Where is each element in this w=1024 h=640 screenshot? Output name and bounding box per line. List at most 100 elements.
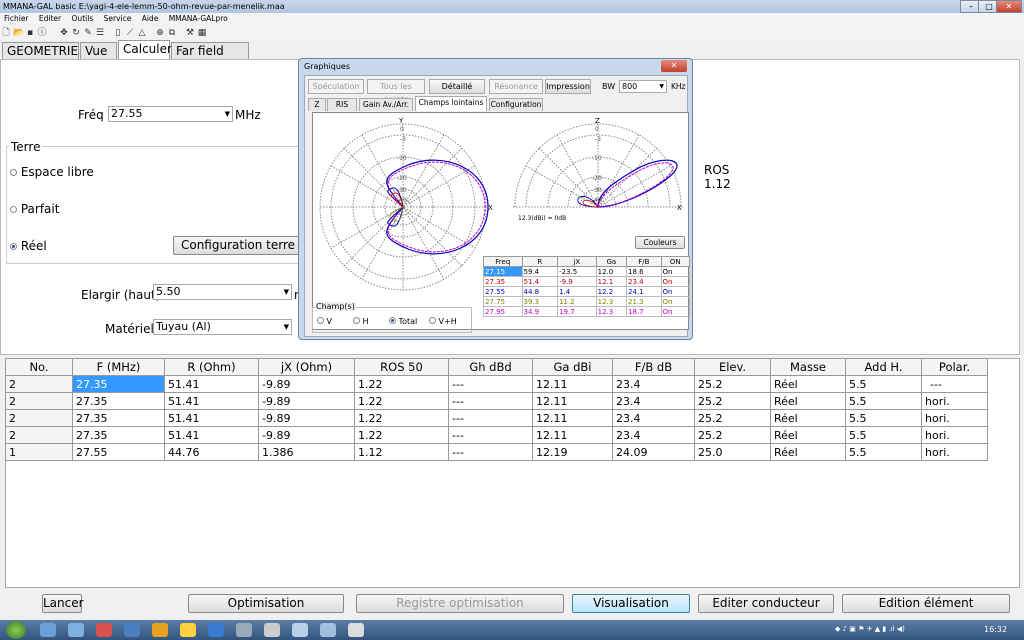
table-cell[interactable]: 27.35 bbox=[72, 375, 165, 393]
taskbar-app-icon[interactable] bbox=[124, 623, 140, 637]
dialog-close-button[interactable]: ✕ bbox=[661, 60, 687, 72]
table-cell[interactable]: 1.386 bbox=[258, 443, 355, 461]
table-cell[interactable]: 5.5 bbox=[845, 409, 922, 427]
table-cell[interactable]: --- bbox=[448, 409, 533, 427]
dtab-ris[interactable]: RIS bbox=[327, 98, 357, 111]
dtab-z[interactable]: Z bbox=[308, 98, 326, 111]
col-polar[interactable]: Polar. bbox=[921, 358, 988, 376]
table-cell[interactable]: 24.09 bbox=[612, 443, 695, 461]
taskbar-app-icon[interactable] bbox=[152, 623, 168, 637]
tab-vue[interactable]: Vue bbox=[80, 42, 117, 59]
table-cell[interactable]: 1.22 bbox=[354, 409, 449, 427]
table-cell[interactable]: 2 bbox=[5, 409, 73, 427]
bw-dropdown-icon[interactable]: ▼ bbox=[659, 81, 664, 92]
ground-parfait[interactable]: Parfait bbox=[10, 202, 59, 216]
table-cell[interactable]: 12.19 bbox=[532, 443, 613, 461]
col-ga[interactable]: Ga dBi bbox=[532, 358, 613, 376]
taskbar-app-icon[interactable] bbox=[236, 623, 252, 637]
table-cell[interactable]: hori. bbox=[921, 426, 988, 444]
table-cell[interactable]: 12.11 bbox=[532, 375, 613, 393]
registre-optimisation-button[interactable]: Registre optimisation bbox=[356, 594, 564, 613]
ground-espace-libre[interactable]: Espace libre bbox=[10, 165, 94, 179]
col-masse[interactable]: Masse bbox=[770, 358, 846, 376]
taskbar-app-icon[interactable] bbox=[96, 623, 112, 637]
radio-icon[interactable] bbox=[10, 206, 17, 213]
table-cell[interactable]: 1.12 bbox=[354, 443, 449, 461]
col-no[interactable]: No. bbox=[5, 358, 73, 376]
table-cell[interactable]: 1.22 bbox=[354, 426, 449, 444]
freq-dropdown-icon[interactable]: ▼ bbox=[225, 107, 230, 121]
table-cell[interactable]: -9.89 bbox=[258, 409, 355, 427]
dtab-champs-lointains[interactable]: Champs lointains bbox=[415, 96, 487, 111]
taskbar-app-icon[interactable] bbox=[68, 623, 84, 637]
table-cell[interactable]: --- bbox=[448, 375, 533, 393]
table-cell[interactable]: 1 bbox=[5, 443, 73, 461]
menu-fichier[interactable]: Fichier bbox=[4, 14, 29, 23]
dtab-gain[interactable]: Gain Av./Arr. bbox=[359, 98, 413, 111]
table-cell[interactable]: -9.89 bbox=[258, 375, 355, 393]
table-cell[interactable]: Réel bbox=[770, 426, 846, 444]
list-icon[interactable]: ☰ bbox=[95, 28, 105, 38]
table-cell[interactable]: 5.5 bbox=[845, 426, 922, 444]
table-cell[interactable]: 51.41 bbox=[164, 426, 259, 444]
rotate-icon[interactable]: ↻ bbox=[71, 28, 81, 38]
table-cell[interactable]: 25.0 bbox=[694, 443, 771, 461]
table-cell[interactable]: Réel bbox=[770, 409, 846, 427]
move-icon[interactable]: ✥ bbox=[59, 28, 69, 38]
menu-editer[interactable]: Editer bbox=[39, 14, 61, 23]
optimisation-button[interactable]: Optimisation bbox=[188, 594, 344, 613]
champs-v-option[interactable]: V bbox=[317, 317, 332, 326]
taskbar-app-icon[interactable] bbox=[40, 623, 56, 637]
table-cell[interactable]: 12.11 bbox=[532, 426, 613, 444]
table-cell[interactable]: 5.5 bbox=[845, 443, 922, 461]
table-cell[interactable]: 23.4 bbox=[612, 392, 695, 410]
table-cell[interactable]: Réel bbox=[770, 443, 846, 461]
system-tray[interactable]: ◆ ♪ ▣ ⚑ ✈ ▲ ▮ .ıl ◀) bbox=[835, 625, 985, 635]
table-cell[interactable]: 5.5 bbox=[845, 392, 922, 410]
resonance-button[interactable]: Résonance bbox=[489, 79, 543, 94]
col-r[interactable]: R (Ohm) bbox=[164, 358, 259, 376]
materiel-select[interactable]: Tuyau (Al) ▼ bbox=[153, 319, 292, 335]
table-row[interactable]: 2 27.35 51.41 -9.89 1.22 --- 12.11 23.4 25.2 Réel… bbox=[5, 375, 988, 393]
page-icon[interactable]: ▯ bbox=[113, 28, 123, 38]
table-cell[interactable]: --- bbox=[921, 375, 988, 393]
elargir-dropdown-icon[interactable]: ▼ bbox=[284, 285, 289, 299]
radio-icon[interactable] bbox=[10, 169, 17, 176]
table-cell[interactable]: 2 bbox=[5, 375, 73, 393]
freq-table-row[interactable]: 27.95 34.9 19.7 12.3 18.7 On bbox=[483, 306, 691, 317]
start-button-icon[interactable] bbox=[6, 621, 26, 639]
tab-calculer[interactable]: Calculer bbox=[118, 40, 172, 59]
table-cell[interactable]: Réel bbox=[770, 392, 846, 410]
table-cell[interactable]: 2 bbox=[5, 392, 73, 410]
triangle-icon[interactable]: △ bbox=[137, 28, 147, 38]
col-gh[interactable]: Gh dBd bbox=[448, 358, 533, 376]
taskbar-app-icon[interactable] bbox=[320, 623, 336, 637]
radio-icon[interactable] bbox=[353, 317, 360, 324]
radio-icon[interactable] bbox=[429, 317, 436, 324]
table-cell[interactable]: 51.41 bbox=[164, 392, 259, 410]
radio-selected-icon[interactable] bbox=[389, 317, 396, 324]
menu-aide[interactable]: Aide bbox=[142, 14, 159, 23]
taskbar-app-icon[interactable] bbox=[208, 623, 224, 637]
table-row[interactable]: 2 27.35 51.41 -9.89 1.22 --- 12.11 23.4 25.2 Réel… bbox=[5, 409, 988, 427]
detaille-button[interactable]: Détaillé bbox=[429, 79, 485, 94]
table-cell[interactable]: 27.35 bbox=[72, 426, 165, 444]
champs-h-option[interactable]: H bbox=[353, 317, 369, 326]
col-addh[interactable]: Add H. bbox=[845, 358, 922, 376]
tous-les-points-button[interactable]: Tous les points bbox=[367, 79, 425, 104]
dtab-configuration[interactable]: Configuration bbox=[489, 98, 543, 111]
tab-far-field-plots[interactable]: Far field plots bbox=[171, 42, 249, 74]
editer-conducteur-button[interactable]: Editer conducteur bbox=[698, 594, 834, 613]
couleurs-button[interactable]: Couleurs bbox=[635, 236, 685, 249]
ground-reel[interactable]: Réel bbox=[10, 239, 47, 253]
table-cell[interactable]: 23.4 bbox=[612, 409, 695, 427]
freq-table-row[interactable]: 27.75 39.3 11.2 12.3 21.3 On bbox=[483, 296, 691, 307]
table-cell[interactable]: 51.41 bbox=[164, 409, 259, 427]
table-cell[interactable]: 27.35 bbox=[72, 409, 165, 427]
impression-button[interactable]: Impression bbox=[545, 79, 591, 94]
visualisation-button[interactable]: Visualisation bbox=[572, 594, 690, 613]
crosshair-icon[interactable]: ⊕ bbox=[155, 28, 165, 38]
table-cell[interactable]: --- bbox=[448, 443, 533, 461]
table-cell[interactable]: 25.2 bbox=[694, 375, 771, 393]
lancer-button[interactable]: Lancer bbox=[42, 594, 84, 613]
